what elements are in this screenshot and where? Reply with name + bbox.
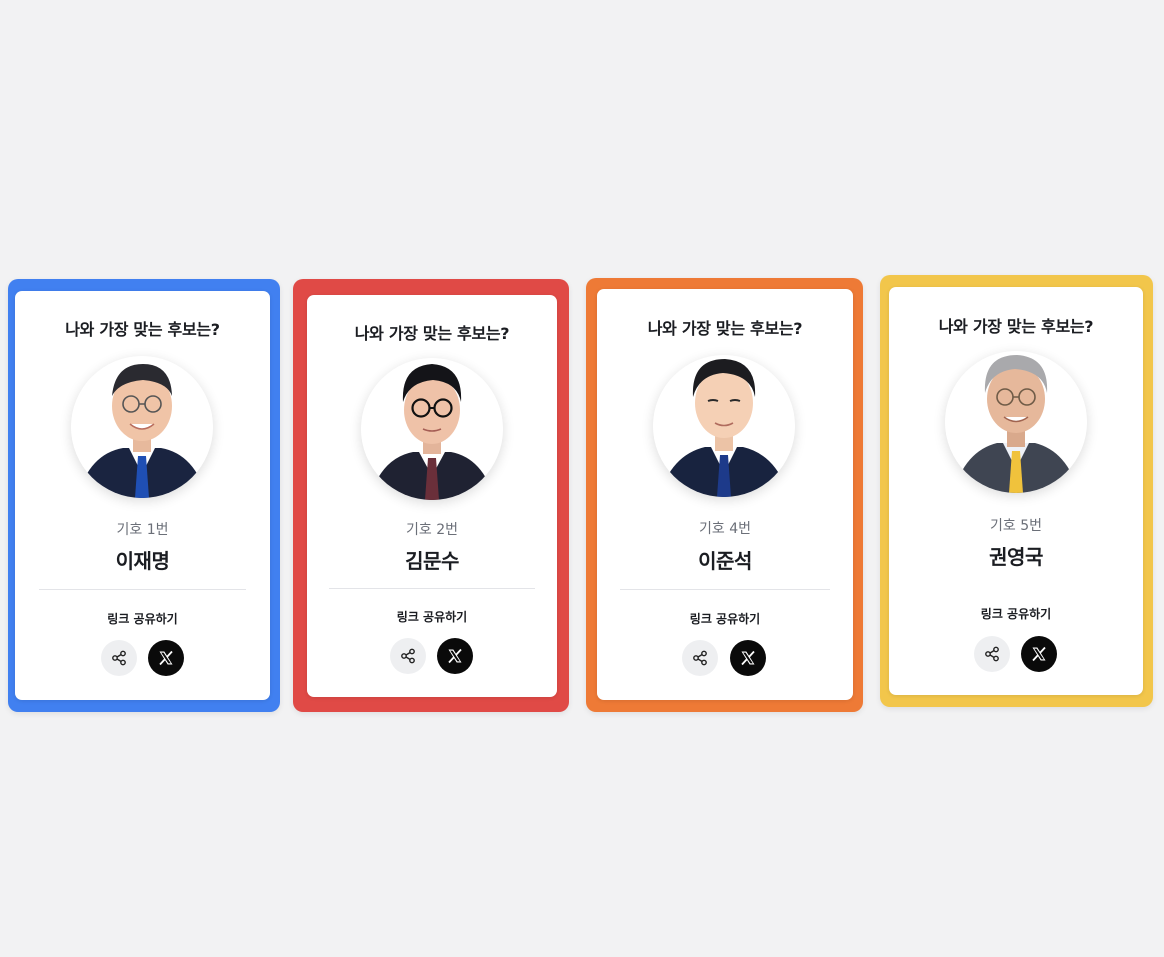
share-x-button[interactable] xyxy=(730,640,766,676)
candidate-cards-stage: 나와 가장 맞는 후보는? 기호 1번 이재명 링크 공유하기 나와 가장 맞는… xyxy=(0,0,1164,957)
share-x-button[interactable] xyxy=(148,640,184,676)
question-title: 나와 가장 맞는 후보는? xyxy=(354,324,510,343)
card-divider xyxy=(620,589,830,590)
candidate-number: 기호 4번 xyxy=(699,521,751,537)
share-link-button[interactable] xyxy=(682,640,718,676)
card-divider xyxy=(329,588,535,589)
x-logo-icon xyxy=(741,650,755,666)
share-x-button[interactable] xyxy=(1021,636,1057,672)
candidate-name: 권영국 xyxy=(989,545,1043,569)
candidate-portrait xyxy=(71,356,213,498)
share-link-button[interactable] xyxy=(101,640,137,676)
share-icon xyxy=(693,650,707,666)
candidate-card[interactable]: 나와 가장 맞는 후보는? 기호 5번 권영국 링크 공유하기 xyxy=(889,287,1143,695)
candidate-name: 이재명 xyxy=(115,549,170,573)
x-logo-icon xyxy=(1032,646,1046,662)
candidate-card[interactable]: 나와 가장 맞는 후보는? 기호 1번 이재명 링크 공유하기 xyxy=(15,291,270,700)
card-divider xyxy=(39,589,246,590)
candidate-name: 김문수 xyxy=(405,549,459,573)
candidate-portrait xyxy=(653,355,795,497)
candidate-name: 이준석 xyxy=(698,549,752,573)
candidate-portrait xyxy=(361,358,503,500)
share-link-label: 링크 공유하기 xyxy=(107,612,178,626)
candidate-card[interactable]: 나와 가장 맞는 후보는? 기호 2번 김문수 링크 공유하기 xyxy=(307,295,557,697)
question-title: 나와 가장 맞는 후보는? xyxy=(65,320,220,339)
question-title: 나와 가장 맞는 후보는? xyxy=(938,317,1094,336)
share-icon xyxy=(112,650,126,666)
share-x-button[interactable] xyxy=(437,638,473,674)
share-icon xyxy=(401,648,415,664)
candidate-number: 기호 1번 xyxy=(116,522,169,538)
share-link-label: 링크 공유하기 xyxy=(980,607,1052,621)
share-link-button[interactable] xyxy=(390,638,426,674)
share-icon xyxy=(985,646,999,662)
share-link-label: 링크 공유하기 xyxy=(396,610,468,624)
share-link-button[interactable] xyxy=(974,636,1010,672)
question-title: 나와 가장 맞는 후보는? xyxy=(647,319,803,338)
candidate-card[interactable]: 나와 가장 맞는 후보는? 기호 4번 이준석 링크 공유하기 xyxy=(597,289,853,700)
x-logo-icon xyxy=(159,650,173,666)
x-logo-icon xyxy=(448,648,462,664)
candidate-number: 기호 5번 xyxy=(990,518,1042,534)
candidate-portrait xyxy=(945,351,1087,493)
candidate-number: 기호 2번 xyxy=(406,522,458,538)
share-link-label: 링크 공유하기 xyxy=(689,612,761,626)
